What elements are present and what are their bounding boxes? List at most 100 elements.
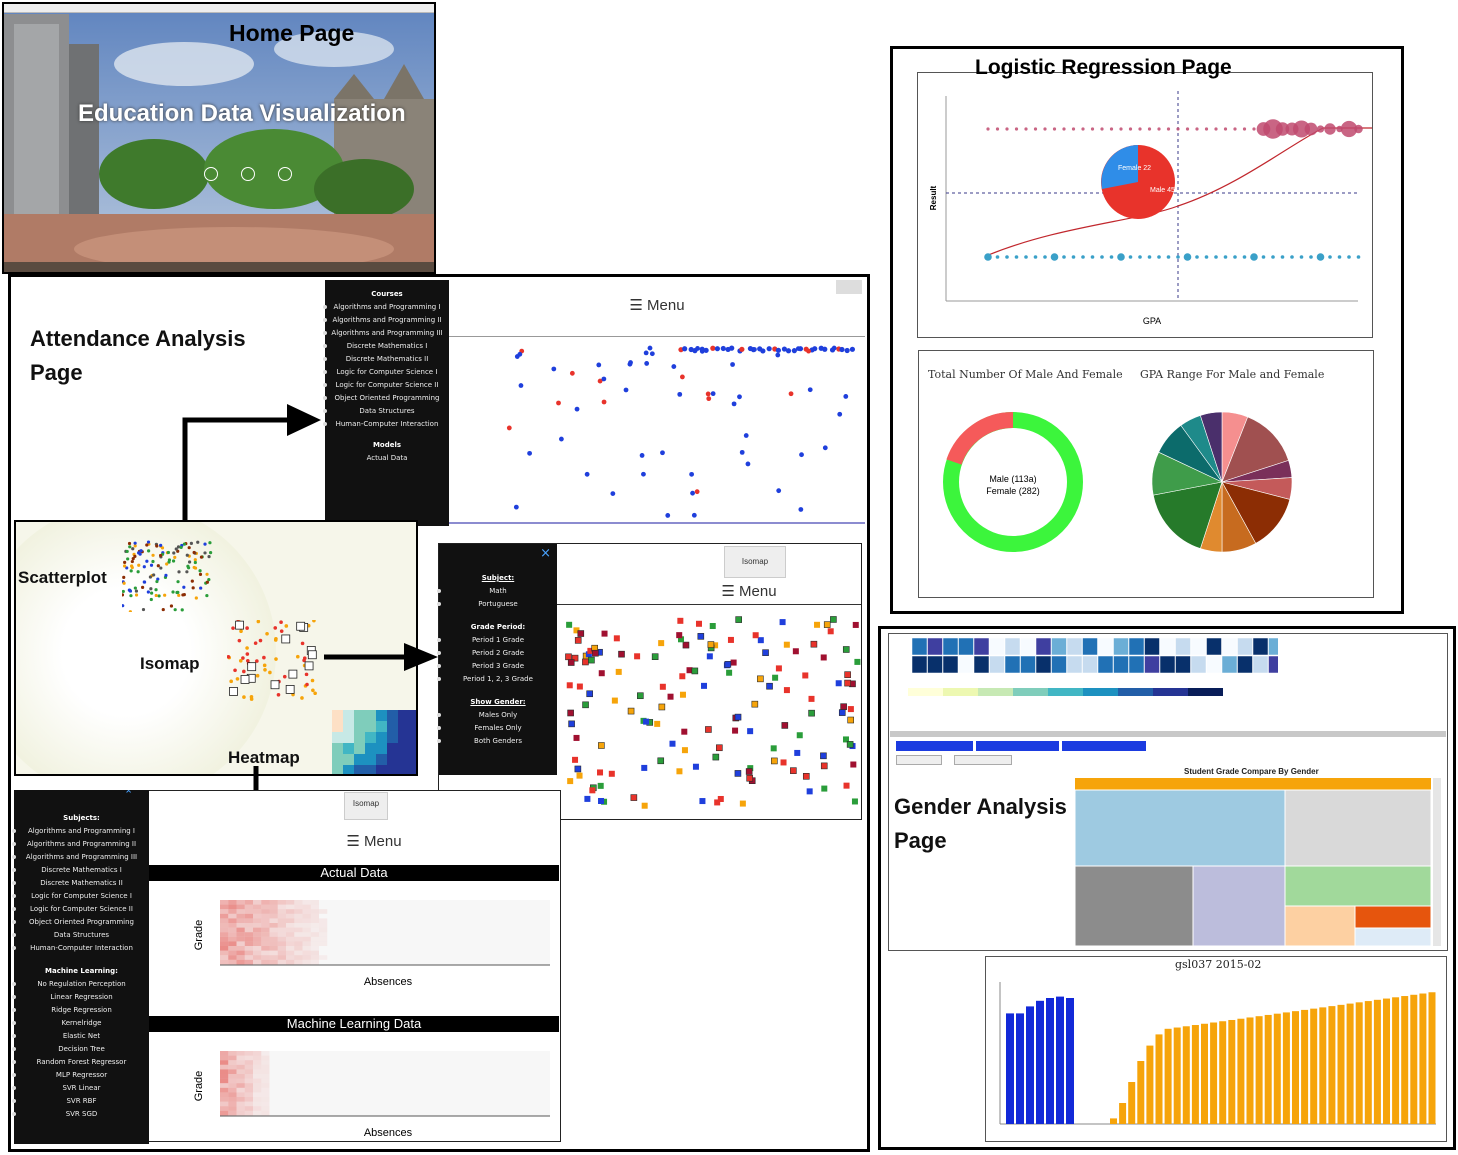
filter-button-4[interactable] [896, 755, 942, 765]
isomap-point [706, 653, 713, 660]
collapse-icon[interactable]: ⌃ [124, 788, 133, 801]
heatmap-tab[interactable]: Isomap [344, 792, 388, 820]
scale-cell [908, 688, 943, 696]
subject-menu-item[interactable]: Algorithms and Programming III [12, 851, 149, 864]
isomap-point [598, 670, 605, 677]
scale-cell [1118, 688, 1153, 696]
grade-period-option[interactable]: Period 1, 2, 3 Grade [437, 673, 557, 686]
chart-icon[interactable] [241, 167, 255, 181]
subject-menu-item[interactable]: Discrete Mathematics I [12, 864, 149, 877]
subject-menu-item[interactable]: Logic for Computer Science I [12, 890, 149, 903]
course-menu-item[interactable]: Data Structures [323, 405, 449, 418]
attendance-menu-bar[interactable]: ☰ Menu [449, 280, 865, 337]
heatmap-menu-bar[interactable]: ☰ Menu [149, 826, 559, 864]
isomap-thumb-point [238, 658, 243, 663]
bar-orange [1119, 1103, 1127, 1124]
gender-scrollbar[interactable] [890, 731, 1446, 737]
ml-model-menu-item[interactable]: Ridge Regression [12, 1004, 149, 1017]
filter-button-2[interactable] [976, 741, 1059, 751]
heat-cell [228, 1078, 237, 1084]
fail-point [1109, 255, 1114, 259]
course-menu-item[interactable]: Discrete Mathematics II [323, 353, 449, 366]
course-menu-item[interactable]: Algorithms and Programming II [323, 314, 449, 327]
gender-option[interactable]: Females Only [437, 722, 557, 735]
heat-cell [294, 909, 303, 914]
attendance-menu-label[interactable]: ☰ Menu [629, 297, 684, 314]
subject-option[interactable]: Math [437, 585, 557, 598]
isomap-menu-label[interactable]: ☰ Menu [721, 583, 776, 600]
isomap-point [658, 640, 665, 647]
filter-button-3[interactable] [1062, 741, 1146, 751]
ml-model-menu-item[interactable]: No Regulation Perception [12, 978, 149, 991]
course-menu-item[interactable]: Object Oriented Programming [323, 392, 449, 405]
course-menu-item[interactable]: Algorithms and Programming I [323, 301, 449, 314]
heat-cell [294, 959, 303, 965]
scatter-thumb-point [137, 551, 141, 555]
isomap-tab[interactable]: Isomap [724, 546, 786, 578]
ml-model-menu-item[interactable]: SVR RBF [12, 1095, 149, 1108]
ml-model-menu-item[interactable]: SVR Linear [12, 1082, 149, 1095]
heat-cell [261, 959, 270, 965]
subject-menu-item[interactable]: Human-Computer Interaction [12, 942, 149, 955]
heatmap-label[interactable]: Heatmap [228, 748, 300, 768]
heat-cell [220, 1110, 229, 1116]
isomap-point [618, 650, 625, 658]
course-menu-item[interactable]: Logic for Computer Science II [323, 379, 449, 392]
isomap-label[interactable]: Isomap [140, 654, 200, 674]
heat-cell [253, 1078, 262, 1084]
heatmap-tab-label[interactable]: Isomap [353, 799, 379, 808]
isomap-thumb-point [300, 696, 304, 700]
isomap-tab-label[interactable]: Isomap [742, 557, 768, 566]
grade-period-option[interactable]: Period 2 Grade [437, 647, 557, 660]
bar-blue [1026, 1006, 1034, 1124]
ml-model-menu-item[interactable]: Linear Regression [12, 991, 149, 1004]
fail-point [1214, 255, 1218, 259]
heatmap-menu-label[interactable]: ☰ Menu [346, 833, 401, 850]
close-icon[interactable]: × [540, 546, 551, 561]
attendance-point [739, 449, 745, 455]
ml-model-menu-item[interactable]: Kernelridge [12, 1017, 149, 1030]
gender-option[interactable]: Males Only [437, 709, 557, 722]
logistic-page-label: Logistic Regression Page [975, 56, 1232, 79]
subject-menu-item[interactable]: Algorithms and Programming I [12, 825, 149, 838]
isomap-menu-bar[interactable]: ☰ Menu [557, 578, 861, 605]
grade-period-option[interactable]: Period 3 Grade [437, 660, 557, 673]
heatmap-thumbnail[interactable] [332, 710, 418, 776]
table-icon[interactable] [204, 167, 218, 181]
filter-button-5[interactable] [954, 755, 1012, 765]
course-menu-item[interactable]: Discrete Mathematics I [323, 340, 449, 353]
course-menu-item[interactable]: Logic for Computer Science I [323, 366, 449, 379]
ml-model-menu-item[interactable]: Decision Tree [12, 1043, 149, 1056]
scatter-thumbnail[interactable] [122, 530, 214, 612]
subject-menu-item[interactable]: Algorithms and Programming II [12, 838, 149, 851]
scatter-thumb-point [122, 604, 125, 608]
isomap-thumbnail[interactable] [227, 620, 319, 702]
heat-cell [236, 1101, 245, 1107]
subject-menu-item[interactable]: Discrete Mathematics II [12, 877, 149, 890]
heat-cell [310, 909, 319, 914]
ml-model-menu-item[interactable]: MLP Regressor [12, 1069, 149, 1082]
heat-cell [220, 1060, 229, 1065]
cog-icon[interactable] [278, 167, 292, 181]
filter-button-1[interactable] [896, 741, 973, 751]
fail-point [1347, 255, 1351, 259]
isomap-point [783, 687, 790, 694]
grade-period-option[interactable]: Period 1 Grade [437, 634, 557, 647]
heat-cell [294, 932, 303, 937]
subject-option[interactable]: Portuguese [437, 598, 557, 611]
attendance-tab-stub[interactable] [836, 280, 862, 294]
scatterplot-label[interactable]: Scatterplot [18, 568, 107, 588]
pass-point [1043, 127, 1047, 131]
course-menu-item[interactable]: Algorithms and Programming III [323, 327, 449, 340]
subject-menu-item[interactable]: Object Oriented Programming [12, 916, 149, 929]
isomap-point [630, 794, 638, 801]
ml-model-menu-item[interactable]: Random Forest Regressor [12, 1056, 149, 1069]
subject-menu-item[interactable]: Data Structures [12, 929, 149, 942]
model-actual-data[interactable]: Actual Data [325, 452, 449, 465]
ml-model-menu-item[interactable]: Elastic Net [12, 1030, 149, 1043]
subject-menu-item[interactable]: Logic for Computer Science II [12, 903, 149, 916]
ml-model-menu-item[interactable]: SVR SGD [12, 1108, 149, 1121]
gender-option[interactable]: Both Genders [437, 735, 557, 748]
heat-cell [261, 918, 270, 923]
course-menu-item[interactable]: Human-Computer Interaction [323, 418, 449, 431]
